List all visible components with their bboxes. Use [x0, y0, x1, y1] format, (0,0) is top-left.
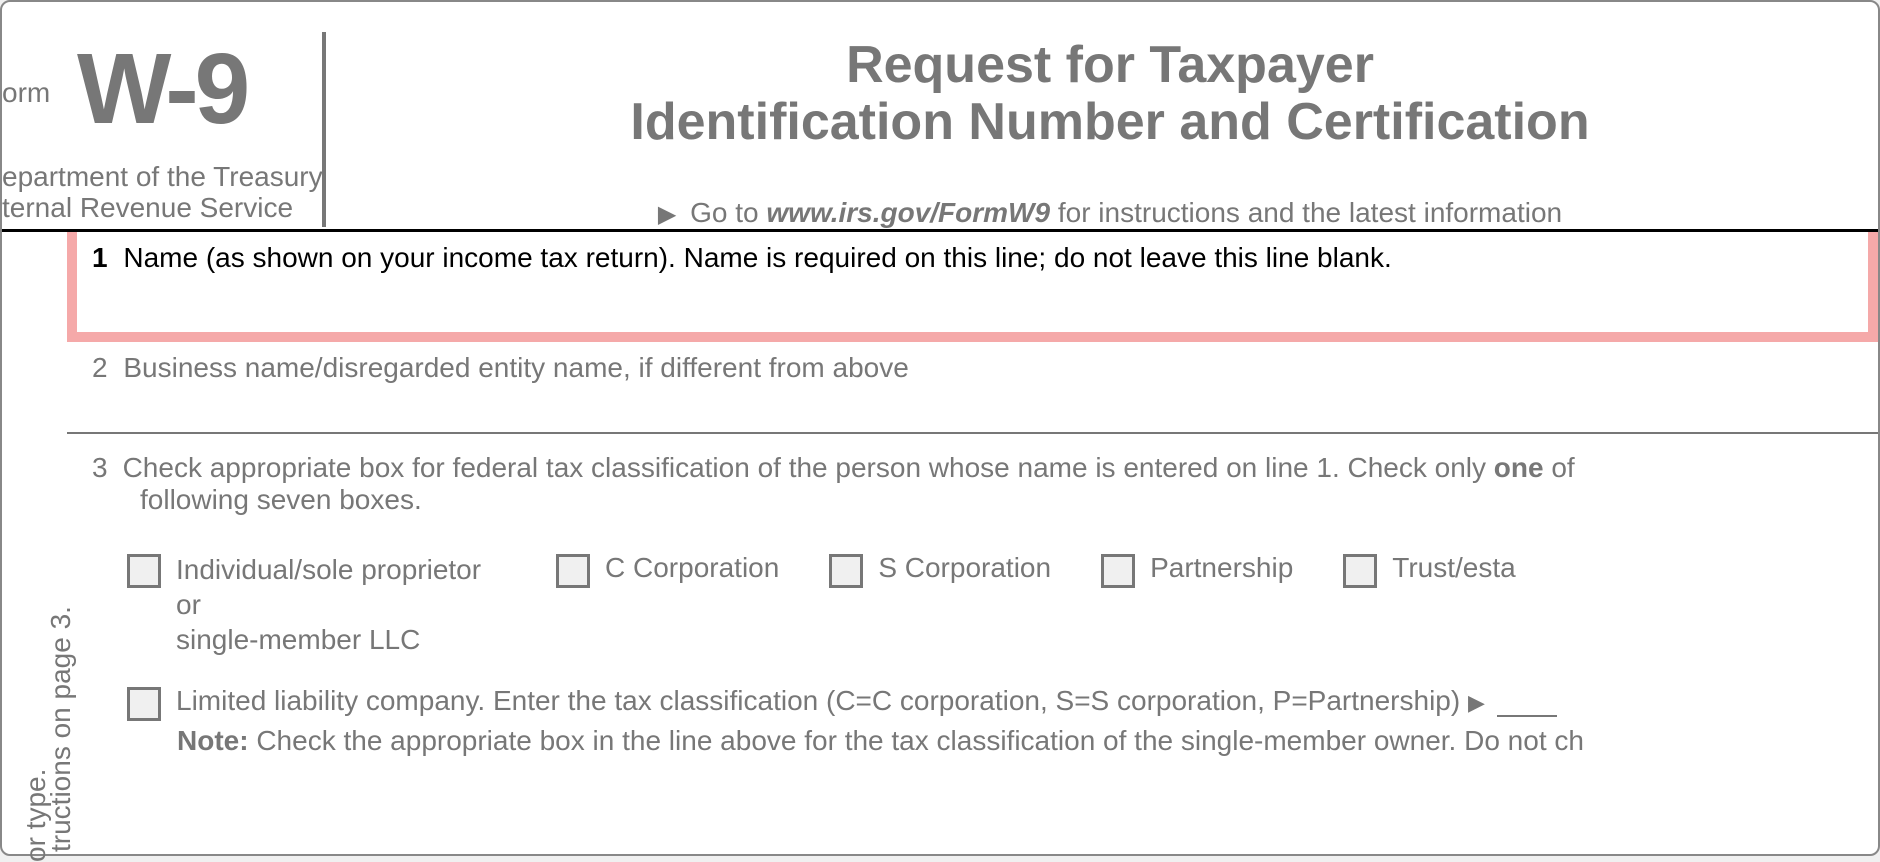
- line-3-bold-one: one: [1494, 452, 1544, 483]
- llc-classification-input[interactable]: [1497, 715, 1557, 717]
- dept-line1: epartment of the Treasury: [2, 162, 323, 193]
- form-code: W-9: [77, 32, 246, 147]
- line-3-number: 3: [92, 452, 108, 483]
- right-arrow-icon: ▶: [658, 201, 676, 228]
- cb3-label: S Corporation: [878, 552, 1051, 584]
- line-3-text-2: of: [1544, 452, 1575, 483]
- cb5-label: Trust/esta: [1392, 552, 1515, 584]
- checkbox-box-icon[interactable]: [127, 554, 161, 588]
- cb1-label-a: Individual/sole proprietor or: [176, 552, 506, 622]
- checkbox-box-icon[interactable]: [127, 687, 161, 721]
- form-content: 1 Name (as shown on your income tax retu…: [67, 232, 1878, 757]
- form-header: orm W-9 epartment of the Treasury ternal…: [2, 2, 1878, 232]
- llc-note: Note: Check the appropriate box in the l…: [177, 725, 1853, 757]
- form-title: Request for Taxpayer Identification Numb…: [342, 37, 1878, 151]
- cb2-label: C Corporation: [605, 552, 779, 584]
- classification-checkboxes: Individual/sole proprietor or single-mem…: [127, 552, 1853, 657]
- goto-url: www.irs.gov/FormW9: [766, 197, 1050, 228]
- cb4-label: Partnership: [1150, 552, 1293, 584]
- line-1-number: 1: [92, 242, 108, 273]
- line-3-text-1: Check appropriate box for federal tax cl…: [123, 452, 1494, 483]
- checkbox-box-icon[interactable]: [1101, 554, 1135, 588]
- form-body: or type. tructions on page 3. 1 Name (as…: [2, 232, 1878, 757]
- dept-line2: ternal Revenue Service: [2, 193, 323, 224]
- goto-suffix: for instructions and the latest informat…: [1050, 197, 1562, 228]
- header-divider: [322, 32, 326, 227]
- title-line1: Request for Taxpayer: [342, 37, 1878, 94]
- title-line2: Identification Number and Certification: [342, 94, 1878, 151]
- note-text: Check the appropriate box in the line ab…: [249, 725, 1584, 756]
- line-3-classification: 3 Check appropriate box for federal tax c…: [67, 432, 1878, 757]
- checkbox-llc[interactable]: Limited liability company. Enter the tax…: [127, 685, 1853, 721]
- line-1-label: Name (as shown on your income tax return…: [123, 242, 1391, 273]
- checkbox-box-icon[interactable]: [1343, 554, 1377, 588]
- cb1-label-b: single-member LLC: [176, 622, 506, 657]
- department-block: epartment of the Treasury ternal Revenue…: [2, 162, 323, 224]
- checkbox-individual[interactable]: Individual/sole proprietor or single-mem…: [127, 552, 506, 657]
- checkbox-box-icon[interactable]: [829, 554, 863, 588]
- line-2-label: Business name/disregarded entity name, i…: [123, 352, 908, 383]
- sidebar-vertical-text-2: tructions on page 3.: [45, 606, 77, 852]
- right-arrow-icon: ▶: [1468, 690, 1485, 715]
- checkbox-box-icon[interactable]: [556, 554, 590, 588]
- line-2-business-name-field[interactable]: 2 Business name/disregarded entity name,…: [67, 342, 1878, 432]
- line-3-text-3: following seven boxes.: [140, 484, 1853, 516]
- checkbox-c-corp[interactable]: C Corporation: [556, 552, 779, 588]
- note-bold: Note:: [177, 725, 249, 756]
- checkbox-trust[interactable]: Trust/esta: [1343, 552, 1515, 588]
- llc-label: Limited liability company. Enter the tax…: [176, 685, 1460, 716]
- form-word: orm: [2, 77, 50, 109]
- checkbox-s-corp[interactable]: S Corporation: [829, 552, 1051, 588]
- line-2-number: 2: [92, 352, 108, 383]
- checkbox-partnership[interactable]: Partnership: [1101, 552, 1293, 588]
- goto-prefix: Go to: [690, 197, 766, 228]
- line-1-name-field[interactable]: 1 Name (as shown on your income tax retu…: [67, 232, 1878, 342]
- w9-form-page: orm W-9 epartment of the Treasury ternal…: [0, 0, 1880, 856]
- goto-instructions: ▶ Go to www.irs.gov/FormW9 for instructi…: [342, 197, 1878, 229]
